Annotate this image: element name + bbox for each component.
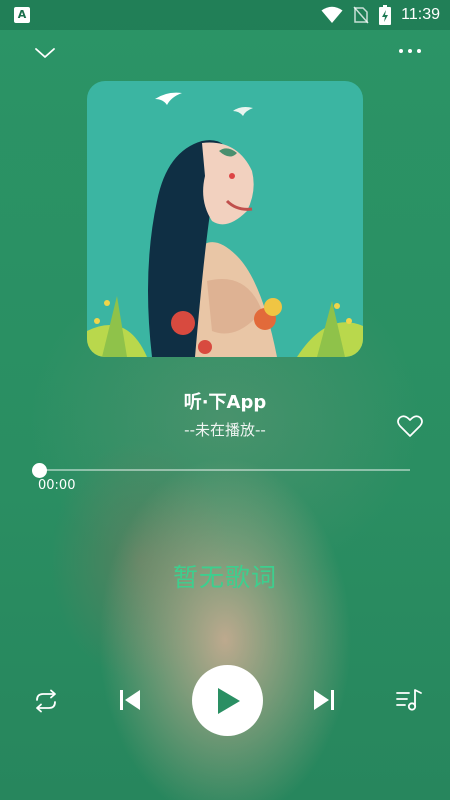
current-time: 00:00 (38, 478, 76, 493)
album-cover-illustration (87, 81, 363, 357)
more-icon[interactable] (396, 42, 424, 60)
status-icons: 11:39 (321, 5, 440, 25)
no-sim-icon (353, 6, 369, 24)
progress-bar[interactable] (40, 469, 410, 471)
wifi-icon (321, 6, 343, 23)
chevron-down-icon[interactable] (30, 40, 60, 66)
status-time: 11:39 (401, 6, 440, 23)
playback-controls (0, 660, 450, 740)
progress-thumb[interactable] (32, 463, 47, 478)
next-icon[interactable] (311, 686, 337, 714)
lyrics-placeholder: 暂无歌词 (172, 563, 277, 592)
battery-icon (379, 5, 392, 25)
app-notification-icon: A (14, 7, 30, 23)
album-cover (87, 81, 363, 357)
play-icon (217, 687, 240, 714)
playback-status: --未在播放-- (184, 421, 266, 439)
status-bar: A 11:39 (0, 0, 450, 30)
playlist-icon[interactable] (394, 687, 424, 713)
repeat-icon[interactable] (31, 688, 61, 714)
play-button[interactable] (192, 665, 263, 736)
heart-icon[interactable] (396, 413, 424, 439)
track-title: 听·下App (183, 392, 267, 413)
top-bar (0, 30, 450, 76)
previous-icon[interactable] (117, 686, 143, 714)
